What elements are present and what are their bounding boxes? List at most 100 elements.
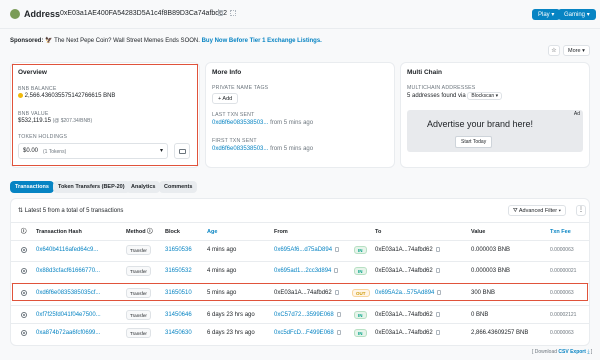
col-txn-fee[interactable]: Txn Fee [550, 223, 571, 241]
eye-icon[interactable] [21, 312, 27, 318]
copy-icon[interactable] [218, 10, 223, 16]
value-text: 0 BNB [471, 312, 489, 318]
sponsored-cta-link[interactable]: Buy Now Before Tier 1 Exchange Listings. [202, 38, 322, 44]
advanced-filter-label: Advanced Filter [518, 208, 558, 214]
wallet-button[interactable] [174, 143, 190, 159]
last-txn-label: LAST TXN SENT [212, 112, 255, 118]
chevron-down-icon: ▾ [551, 12, 555, 18]
txn-hash-link[interactable]: 0x640b4116afed64c9... [36, 241, 98, 259]
gaming-button[interactable]: Gaming ▾ [558, 9, 596, 20]
add-tag-button[interactable]: + Add [212, 93, 239, 104]
sponsored-label: Sponsored: [10, 38, 44, 44]
tab-token-transfers[interactable]: Token Transfers (BEP-20) [53, 181, 130, 193]
blockscan-dropdown[interactable]: Blockscan ▾ [467, 92, 503, 100]
to-cell: 0xE03a1A...74afbd62 [375, 306, 440, 324]
col-method-label: Method [126, 229, 146, 235]
bnb-balance-value: 2,566.436035575142766615 BNB [24, 93, 116, 100]
value-text: 0.000003 BNB [471, 247, 511, 253]
table-header: ⓘ Transaction Hash Method ⓘ Block Age Fr… [10, 222, 590, 240]
from-link[interactable]: 0xc5dFcD...F499E068 [274, 330, 334, 336]
tab-analytics[interactable]: Analytics [126, 181, 161, 193]
multichain-title: Multi Chain [407, 69, 443, 76]
advanced-filter-button[interactable]: ⛛ Advanced Filter ▾ [508, 205, 566, 216]
row-highlight [12, 283, 588, 301]
chevron-down-icon: ▾ [495, 93, 499, 99]
overview-title: Overview [18, 69, 47, 76]
from-link[interactable]: 0x695ad1...2cc3d894 [274, 268, 331, 274]
qr-code-icon[interactable] [230, 10, 236, 16]
bnb-value-value: $532,119.15 [18, 118, 51, 124]
more-button[interactable]: More ▾ [563, 45, 590, 56]
table-row: 0x640b4116afed64c9... Transfer 31650536 … [10, 240, 590, 258]
last-txn-link[interactable]: 0xd6f6e083538503... [212, 120, 268, 126]
more-options-button[interactable]: ⋮ [576, 205, 586, 216]
first-txn-time: from 5 mins ago [270, 146, 314, 152]
chevron-down-icon: ▾ [159, 148, 163, 154]
token-holdings-label: TOKEN HOLDINGS [18, 134, 68, 140]
copy-icon[interactable] [435, 329, 440, 335]
first-txn-link[interactable]: 0xd6f6e083538503... [212, 146, 268, 152]
method-badge: Transfer [126, 245, 151, 255]
col-method: Method ⓘ [126, 229, 153, 235]
csv-download: [ Download CSV Export ⤓ ] [532, 349, 592, 355]
first-txn-row: 0xd6f6e083538503... from 5 mins ago [212, 146, 313, 152]
to-address: 0xE03a1A...74afbd62 [375, 247, 433, 253]
download-icon: ⤓ [587, 349, 590, 355]
sort-icon: ⇅ [18, 208, 24, 214]
col-age[interactable]: Age [207, 223, 217, 241]
chevron-down-icon: ▾ [558, 208, 561, 214]
table-row: 0xa874b72aa6fcf0699... Transfer 31450630… [10, 323, 590, 341]
txn-hash-link[interactable]: 0xf7f25fd041f04e7500... [36, 306, 101, 324]
copy-icon[interactable] [335, 246, 340, 252]
copy-icon[interactable] [435, 246, 440, 252]
csv-export-link[interactable]: CSV Export [558, 349, 586, 355]
eye-icon[interactable] [21, 247, 27, 253]
info-icon: ⓘ [21, 229, 27, 235]
table-row: 0x88d3cfacf61666770... Transfer 31650532… [10, 261, 590, 279]
fee-text: 0.0000063 [550, 247, 574, 253]
age-text: 6 days 23 hrs ago [207, 312, 255, 318]
age-text: 6 days 23 hrs ago [207, 330, 255, 336]
token-holdings-value: $0.00 [23, 148, 39, 154]
block-link[interactable]: 31650536 [165, 241, 192, 259]
to-cell: 0xE03a1A...74afbd62 [375, 262, 440, 280]
block-link[interactable]: 31450646 [165, 306, 192, 324]
eye-icon[interactable] [21, 330, 27, 336]
token-holdings-dropdown[interactable]: $0.00 (1 Tokens) ▾ [18, 143, 168, 159]
value-text: 0.000003 BNB [471, 268, 511, 274]
block-link[interactable]: 31650532 [165, 262, 192, 280]
ad-banner[interactable]: Ad Advertise your brand here! Start Toda… [407, 110, 583, 152]
address-hash: 0xE03a1AE400FA54283D5A1c4f8B89D3Ca74afbd… [60, 10, 227, 17]
address-logo [10, 9, 20, 19]
from-cell: 0x695Af6...d75aD894 [274, 241, 340, 259]
copy-icon[interactable] [336, 311, 341, 317]
play-button[interactable]: Play ▾ [532, 9, 561, 20]
copy-icon[interactable] [334, 267, 339, 273]
copy-icon[interactable] [435, 267, 440, 273]
first-txn-label: FIRST TXN SENT [212, 138, 257, 144]
tab-transactions[interactable]: Transactions [10, 181, 54, 193]
copy-icon[interactable] [435, 311, 440, 317]
from-link[interactable]: 0x695Af6...d75aD894 [274, 247, 332, 253]
from-link[interactable]: 0xC57d72...3599E068 [274, 312, 334, 318]
eye-icon[interactable] [21, 268, 27, 274]
sponsored-text: The Next Pepe Coin? Wall Street Memes En… [54, 38, 200, 44]
favorite-button[interactable]: ☆ [548, 45, 560, 56]
copy-icon[interactable] [336, 329, 341, 335]
direction-badge: IN [354, 311, 367, 319]
block-link[interactable]: 31450630 [165, 324, 192, 342]
txn-hash-link[interactable]: 0x88d3cfacf61666770... [36, 262, 100, 280]
page-title: Address [24, 9, 61, 19]
wallet-icon [179, 149, 186, 154]
txn-hash-link[interactable]: 0xa874b72aa6fcf0699... [36, 324, 100, 342]
chevron-down-icon: ▾ [586, 12, 590, 18]
fee-text: 0.00000021 [550, 268, 577, 274]
bnb-value-rate: (@ $207.34/BNB) [52, 118, 93, 124]
tab-comments[interactable]: Comments [159, 181, 198, 193]
age-text: 4 mins ago [207, 268, 237, 274]
bnb-coin-icon [18, 93, 23, 98]
kebab-icon: ⋮ [578, 207, 584, 213]
col-to: To [375, 229, 382, 235]
ad-start-button[interactable]: Start Today [455, 136, 493, 148]
last-txn-time: from 5 mins ago [270, 120, 314, 126]
